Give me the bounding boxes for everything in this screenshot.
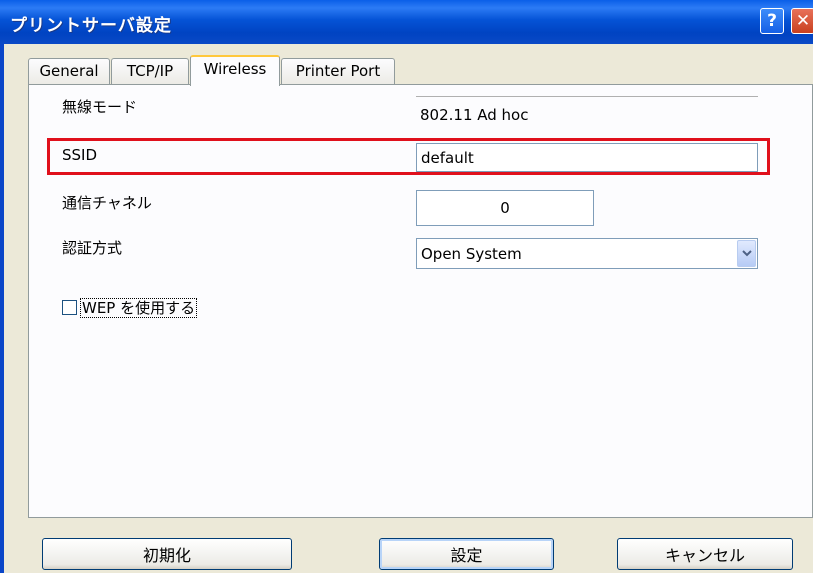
channel-input[interactable]: 0 [416,190,594,226]
auth-select-value: Open System [421,244,522,263]
mode-value: 802.11 Ad hoc [416,96,758,132]
tab-tcpip[interactable]: TCP/IP [111,58,189,84]
wep-checkbox-label[interactable]: WEP を使用する [80,298,198,318]
window-frame [0,44,4,573]
tab-wireless[interactable]: Wireless [190,55,280,86]
chevron-down-icon[interactable] [737,240,756,267]
help-icon: ? [767,11,777,31]
tab-printer-port[interactable]: Printer Port [281,58,395,84]
tab-general[interactable]: General [28,58,110,84]
apply-button[interactable]: 設定 [379,538,554,570]
cancel-button[interactable]: キャンセル [617,538,793,570]
window-title: プリントサーバ設定 [10,16,172,36]
close-icon: ✕ [795,11,811,31]
ssid-highlight-box [47,138,770,175]
auth-select[interactable]: Open System [416,238,758,269]
title-bar: プリントサーバ設定 ? ✕ [0,0,813,44]
auth-label: 認証方式 [62,239,123,257]
close-button[interactable]: ✕ [791,8,813,34]
mode-label: 無線モード [62,98,138,116]
wep-checkbox[interactable] [62,300,77,315]
help-button[interactable]: ? [760,8,784,34]
initialize-button[interactable]: 初期化 [42,538,292,570]
channel-label: 通信チャネル [62,194,152,212]
